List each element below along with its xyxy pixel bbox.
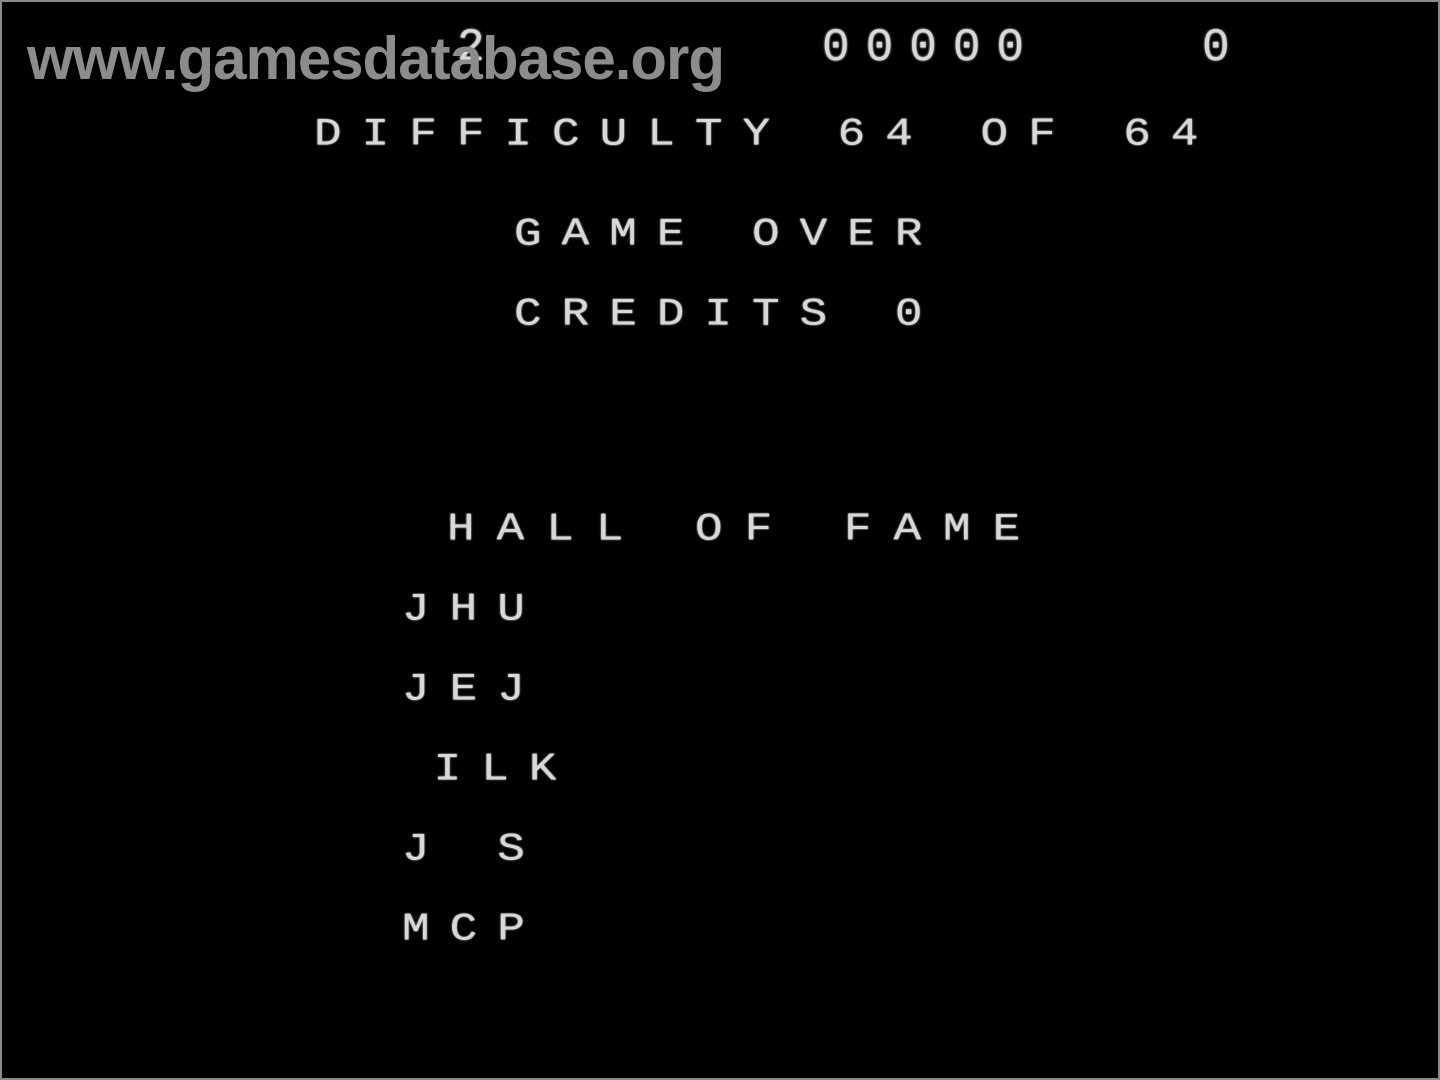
right-counter: 0 <box>1202 22 1244 74</box>
difficulty-label: DIFFICULTY 64 OF 64 <box>314 112 1219 157</box>
hall-of-fame-entry: ILK <box>386 747 577 792</box>
credits-label: CREDITS 0 <box>514 292 943 337</box>
hall-of-fame-entry: MCP <box>402 907 545 952</box>
watermark: www.gamesdatabase.org <box>27 25 725 92</box>
hall-of-fame-entry: JEJ <box>402 667 545 712</box>
hall-of-fame-title: HALL OF FAME <box>447 507 1043 552</box>
game-over-label: GAME OVER <box>514 212 943 257</box>
hall-of-fame-entry: J S <box>402 827 545 872</box>
hall-of-fame-entry: JHU <box>402 587 545 632</box>
score-display: 00000 <box>822 22 1041 74</box>
